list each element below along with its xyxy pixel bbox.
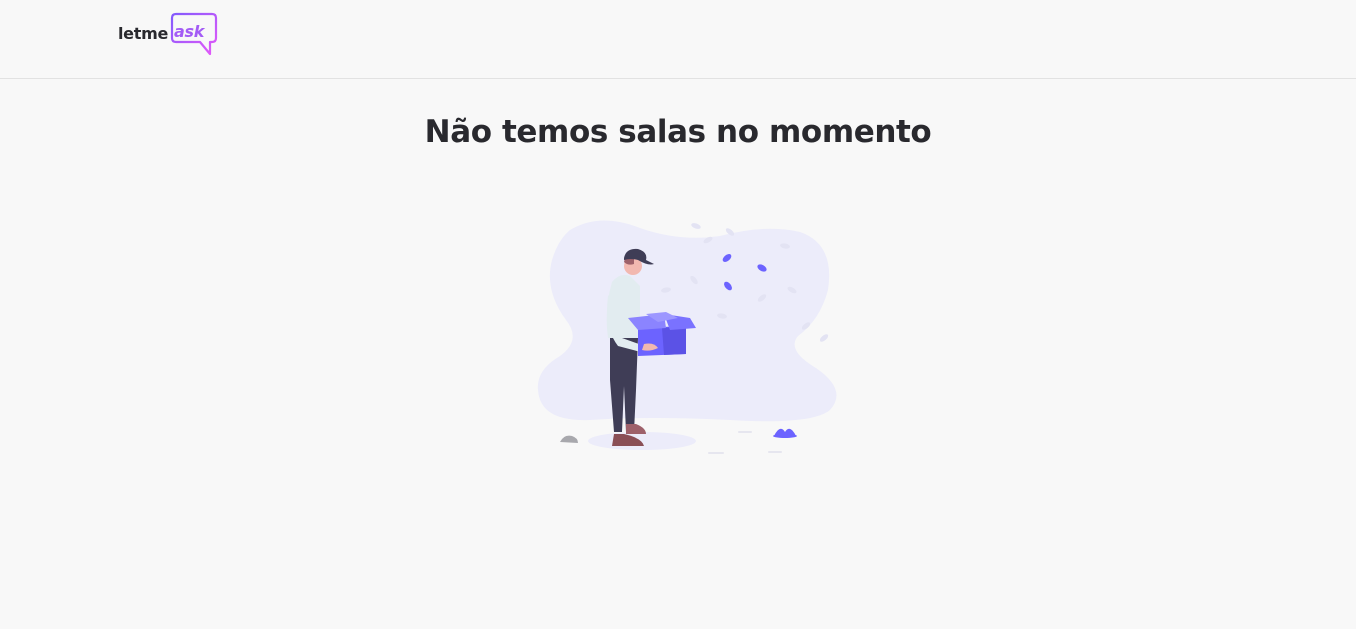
- chat-bubble-logo-icon: ask: [170, 12, 218, 58]
- rock: [560, 435, 578, 443]
- ground-shadow: [588, 432, 696, 450]
- person-shoe-back: [626, 424, 646, 434]
- empty-box-illustration-icon: [530, 210, 850, 460]
- logo-text-letme: letme: [118, 24, 169, 43]
- top-header: letme ask: [0, 0, 1356, 79]
- logo-text-ask: ask: [174, 22, 205, 41]
- empty-state-title: Não temos salas no momento: [424, 114, 932, 150]
- box-side: [662, 326, 686, 355]
- letmeask-logo[interactable]: letme ask: [118, 12, 218, 62]
